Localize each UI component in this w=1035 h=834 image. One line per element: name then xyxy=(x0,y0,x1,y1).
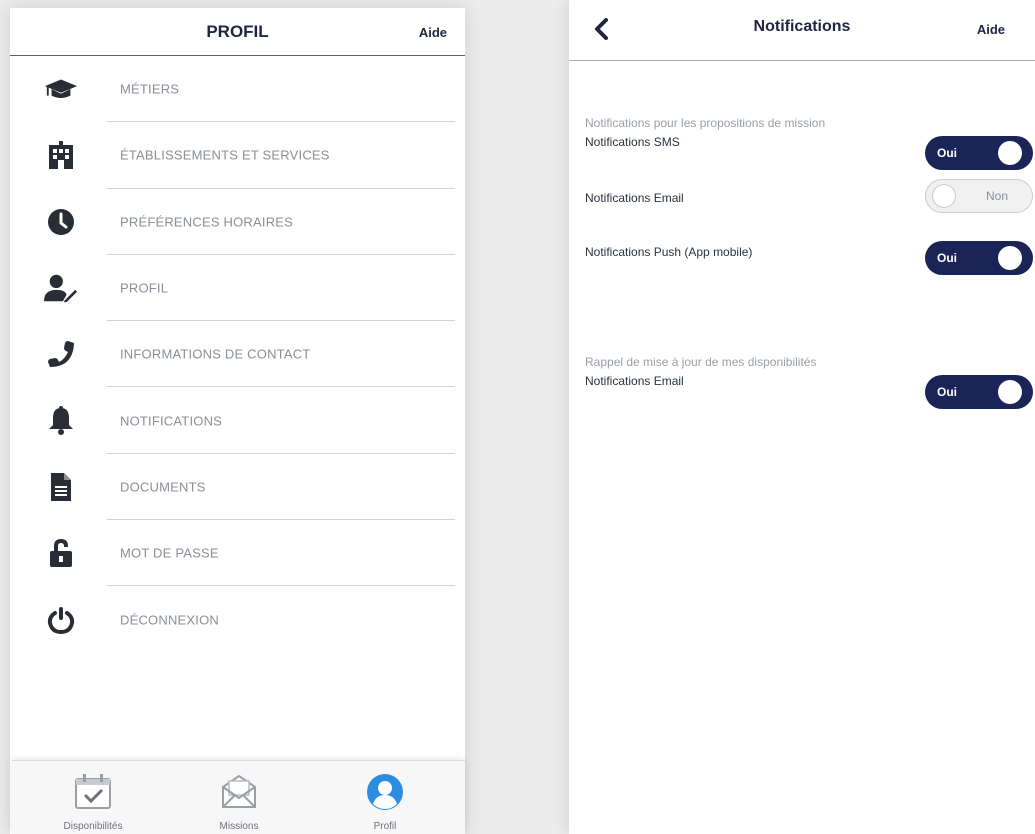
unlock-icon xyxy=(44,538,78,568)
section-title: Rappel de mise à jour de mes disponibili… xyxy=(585,355,817,369)
menu-item-documents[interactable]: DOCUMENTS xyxy=(10,454,465,521)
menu-item-mot-de-passe[interactable]: MOT DE PASSE xyxy=(10,520,465,587)
page-title: PROFIL xyxy=(206,22,269,41)
push-toggle[interactable]: Oui xyxy=(925,241,1033,275)
bottom-tab-bar: Disponibilités Missions Profil xyxy=(12,760,465,834)
reminder-email-toggle[interactable]: Oui xyxy=(925,375,1033,409)
menu-label: DOCUMENTS xyxy=(120,479,206,495)
tab-label: Missions xyxy=(219,821,259,832)
profile-menu: MÉTIERS ÉTABLISSEMENTS ET SERVICES PRÉFÉ… xyxy=(10,56,465,653)
tab-profil[interactable]: Profil xyxy=(310,761,460,834)
help-link[interactable]: Aide xyxy=(977,22,1005,37)
notifications-header: Notifications Aide xyxy=(569,0,1035,61)
profile-header: PROFIL Aide xyxy=(10,8,465,56)
power-icon xyxy=(44,605,78,635)
toggle-knob xyxy=(998,246,1022,270)
toggle-text: Non xyxy=(986,189,1009,203)
toggle-text: Oui xyxy=(937,251,957,265)
menu-item-preferences-horaires[interactable]: PRÉFÉRENCES HORAIRES xyxy=(10,189,465,255)
setting-label: Notifications Email xyxy=(585,374,684,388)
menu-item-profil[interactable]: PROFIL xyxy=(10,255,465,322)
setting-label: Notifications SMS xyxy=(585,135,680,149)
menu-label: MÉTIERS xyxy=(120,81,180,97)
menu-item-notifications[interactable]: NOTIFICATIONS xyxy=(10,387,465,454)
bell-icon xyxy=(44,405,78,436)
document-icon xyxy=(44,472,78,502)
building-icon xyxy=(44,140,78,170)
menu-label: ÉTABLISSEMENTS ET SERVICES xyxy=(120,147,330,163)
toggle-text: Oui xyxy=(937,146,957,160)
calendar-check-icon xyxy=(74,773,112,814)
toggle-knob xyxy=(932,184,956,208)
clock-icon xyxy=(44,207,78,237)
menu-label: DÉCONNEXION xyxy=(120,612,219,628)
tab-label: Profil xyxy=(373,821,397,832)
menu-label: PROFIL xyxy=(120,280,169,296)
user-circle-icon xyxy=(366,773,404,816)
menu-label: MOT DE PASSE xyxy=(120,545,219,561)
menu-label: PRÉFÉRENCES HORAIRES xyxy=(120,214,294,230)
menu-label: NOTIFICATIONS xyxy=(120,413,223,429)
page-title: Notifications xyxy=(753,18,851,35)
tab-missions[interactable]: Missions xyxy=(164,761,314,834)
help-link[interactable]: Aide xyxy=(419,25,447,40)
toggle-text: Oui xyxy=(937,385,957,399)
menu-item-metiers[interactable]: MÉTIERS xyxy=(10,56,465,123)
email-toggle[interactable]: Non xyxy=(925,179,1033,213)
phone-icon xyxy=(44,339,78,369)
section-title: Notifications pour les propositions de m… xyxy=(585,116,826,130)
tab-disponibilites[interactable]: Disponibilités xyxy=(18,761,168,834)
user-edit-icon xyxy=(44,273,78,303)
menu-item-etablissements[interactable]: ÉTABLISSEMENTS ET SERVICES xyxy=(10,122,465,189)
setting-label: Notifications Push (App mobile) xyxy=(585,245,753,259)
menu-item-informations-contact[interactable]: INFORMATIONS DE CONTACT xyxy=(10,321,465,388)
menu-label: INFORMATIONS DE CONTACT xyxy=(120,346,311,362)
tab-label: Disponibilités xyxy=(63,821,123,832)
toggle-knob xyxy=(998,380,1022,404)
envelope-icon xyxy=(220,773,258,814)
profile-screen: PROFIL Aide MÉTIERS ÉTABLISSEMENTS ET SE… xyxy=(10,8,465,834)
menu-item-deconnexion[interactable]: DÉCONNEXION xyxy=(10,586,465,652)
notifications-screen: Notifications Aide Notifications pour le… xyxy=(569,0,1035,834)
toggle-knob xyxy=(998,141,1022,165)
sms-toggle[interactable]: Oui xyxy=(925,136,1033,170)
graduation-cap-icon xyxy=(44,74,78,104)
setting-label: Notifications Email xyxy=(585,191,684,205)
